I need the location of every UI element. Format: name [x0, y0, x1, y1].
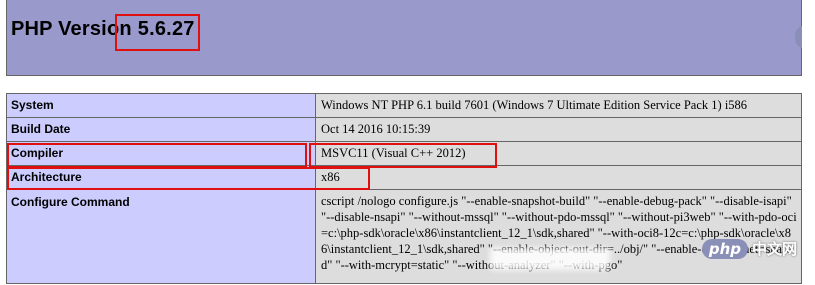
row-key-configure-command: Configure Command [6, 189, 316, 284]
architecture-highlight-box [7, 167, 370, 190]
compiler-key-highlight-box [7, 143, 307, 168]
row-value-build-date: Oct 14 2016 10:15:39 [315, 117, 802, 142]
row-key-system: System [6, 93, 316, 118]
watermark: php 中文网 [701, 238, 797, 259]
row-key-build-date: Build Date [6, 117, 316, 142]
watermark-text: 中文网 [751, 240, 797, 258]
crop-edge [802, 0, 815, 285]
row-value-architecture: x86 [315, 165, 802, 190]
table-row: Build Date Oct 14 2016 10:15:39 [6, 117, 802, 142]
table-row: System Windows NT PHP 6.1 build 7601 (Wi… [6, 93, 802, 118]
watermark-blur [490, 248, 610, 270]
watermark-badge: php [701, 238, 748, 259]
version-highlight-box [115, 14, 200, 51]
compiler-value-highlight-box [309, 143, 497, 168]
table-row: Configure Command cscript /nologo config… [6, 189, 802, 284]
title-prefix: PHP Version [11, 18, 132, 40]
row-value-system: Windows NT PHP 6.1 build 7601 (Windows 7… [315, 93, 802, 118]
